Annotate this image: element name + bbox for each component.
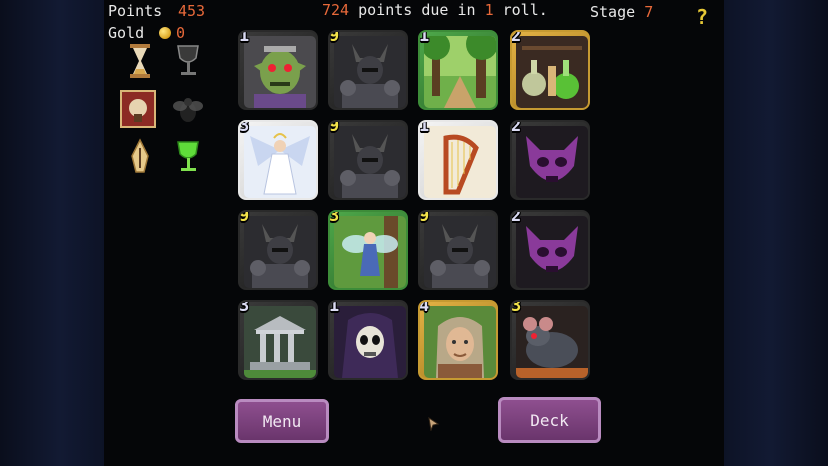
card-goblin[interactable]: 1	[238, 30, 318, 110]
card-purple-demon-mask[interactable]: 2	[510, 120, 590, 200]
temple-art	[244, 306, 316, 378]
hourglass-icon[interactable]	[124, 42, 156, 80]
due-banner: 724 points due in 1 roll.	[322, 1, 548, 19]
card-cost: 3	[329, 210, 340, 226]
due-rolls: 1	[484, 1, 494, 19]
fairy-art	[334, 216, 406, 288]
potions-art	[516, 36, 588, 108]
rat-art	[516, 306, 588, 378]
points-label: Points	[108, 2, 163, 20]
due-end: roll.	[493, 1, 548, 19]
dark-knight-art	[334, 36, 406, 108]
card-cost: 3	[239, 300, 250, 316]
card-forest[interactable]: 1	[418, 30, 498, 110]
card-cost: 1	[419, 120, 430, 136]
card-cost: 1	[239, 30, 250, 46]
due-points: 724	[322, 1, 350, 19]
gold-value: 0	[176, 24, 186, 42]
menu-button[interactable]: Menu	[235, 399, 329, 443]
card-cost: 3	[511, 300, 522, 316]
dark-knight-art	[244, 216, 316, 288]
card-dark-knight[interactable]: 9	[328, 120, 408, 200]
card-cost: 1	[419, 30, 430, 46]
card-cost: 1	[329, 300, 340, 316]
card-purple-demon-mask[interactable]: 2	[510, 210, 590, 290]
card-angel[interactable]: 3	[238, 120, 318, 200]
card-temple[interactable]: 3	[238, 300, 318, 380]
old-woman-art	[424, 306, 496, 378]
card-cost: 3	[239, 120, 250, 136]
card-dark-knight[interactable]: 9	[328, 30, 408, 110]
stage-label: Stage	[590, 3, 636, 21]
card-skeleton-reaper[interactable]: 1	[328, 300, 408, 380]
green-goblet-icon[interactable]	[172, 138, 204, 176]
card-harp[interactable]: 1	[418, 120, 498, 200]
card-old-woman[interactable]: 4	[418, 300, 498, 380]
card-cost: 4	[419, 300, 430, 316]
card-cost: 9	[239, 210, 250, 226]
due-text: points due in	[349, 1, 485, 19]
card-dark-knight[interactable]: 9	[418, 210, 498, 290]
stage-value: 7	[644, 3, 654, 21]
card-rat[interactable]: 3	[510, 300, 590, 380]
quill-pen-icon[interactable]	[124, 138, 156, 176]
fly-icon[interactable]	[172, 92, 204, 130]
card-fairy[interactable]: 3	[328, 210, 408, 290]
goblin-art	[244, 36, 316, 108]
demon-mask-art	[516, 126, 588, 198]
card-cost: 2	[511, 210, 522, 226]
help-icon[interactable]: ?	[696, 5, 708, 29]
card-cost: 2	[511, 30, 522, 46]
card-potions[interactable]: 2	[510, 30, 590, 110]
banner-icon[interactable]	[118, 88, 158, 132]
points-value: 453	[178, 2, 206, 20]
gold-label: Gold	[108, 24, 145, 42]
card-dark-knight[interactable]: 9	[238, 210, 318, 290]
dark-goblet-icon[interactable]	[172, 42, 204, 80]
card-cost: 9	[329, 30, 340, 46]
demon-mask-art	[516, 216, 588, 288]
card-cost: 9	[419, 210, 430, 226]
angel-art	[244, 126, 316, 198]
deck-button[interactable]: Deck	[498, 397, 601, 443]
dark-knight-art	[424, 216, 496, 288]
forest-art	[424, 36, 496, 108]
harp-art	[424, 126, 496, 198]
gold-coin-icon	[159, 27, 171, 39]
skeleton-reaper-art	[334, 306, 406, 378]
card-cost: 2	[511, 120, 522, 136]
dark-knight-art	[334, 126, 406, 198]
card-cost: 9	[329, 120, 340, 136]
stage-indicator: Stage 7	[590, 3, 653, 21]
